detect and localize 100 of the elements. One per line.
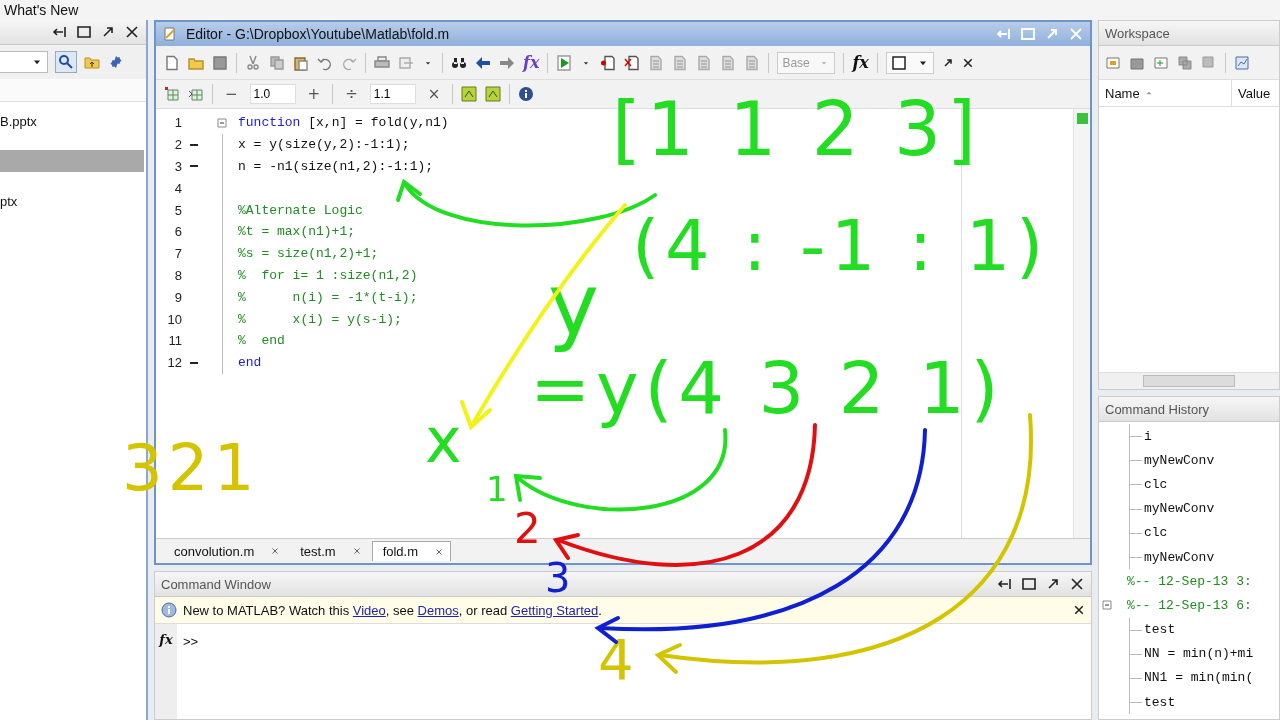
panel-title: Command Window xyxy=(161,576,271,592)
history-command[interactable]: myNewConv xyxy=(1144,452,1215,468)
tree-connector xyxy=(1129,496,1144,521)
save-icon[interactable] xyxy=(212,54,228,71)
session-header[interactable]: %-- 12-Sep-13 6: xyxy=(1127,597,1252,613)
file-tab[interactable]: convolution.m xyxy=(164,541,287,561)
handwritten-annotation: (4 : -1 : 1) xyxy=(632,204,1049,289)
line-number: 11 xyxy=(167,333,182,349)
maximize-icon[interactable] xyxy=(76,24,92,40)
document-dot-icon[interactable] xyxy=(600,54,617,71)
history-command[interactable]: clc xyxy=(1144,476,1168,492)
close-icon[interactable] xyxy=(124,24,140,40)
copy-icon[interactable] xyxy=(1177,54,1193,71)
code-line: % end xyxy=(237,333,285,349)
whats-new-label[interactable]: What's New xyxy=(4,2,79,18)
close-icon[interactable] xyxy=(1069,576,1085,592)
publish-icon[interactable] xyxy=(398,54,414,71)
scissors-icon[interactable] xyxy=(245,54,261,71)
document-icon[interactable] xyxy=(1201,54,1217,71)
column-header[interactable]: Name xyxy=(1099,80,1232,106)
import-icon[interactable] xyxy=(1153,54,1169,71)
tree-connector xyxy=(1129,448,1144,473)
info-icon[interactable] xyxy=(518,86,535,102)
close-icon[interactable] xyxy=(1073,604,1085,616)
history-command[interactable]: test xyxy=(1144,694,1176,710)
copy-icon[interactable] xyxy=(269,54,285,71)
gear-icon[interactable] xyxy=(108,54,124,70)
step-input-field[interactable]: 1.0 xyxy=(249,84,296,104)
document-icon[interactable] xyxy=(720,54,737,71)
layout-dropdown[interactable] xyxy=(885,51,934,74)
tree-connector xyxy=(1129,424,1144,449)
history-command[interactable]: myNewConv xyxy=(1144,549,1215,565)
square-icon xyxy=(890,54,907,71)
handwritten-annotation: 2 xyxy=(514,503,545,555)
scrollbar[interactable] xyxy=(1099,372,1279,389)
file-row[interactable]: ptx xyxy=(0,190,146,212)
history-command[interactable]: NN = min(n)+mi xyxy=(1144,646,1254,662)
editor-title: Editor - G:\Dropbox\Youtube\Matlab\fold.m xyxy=(186,26,450,42)
file-tab[interactable]: fold.m xyxy=(371,541,452,561)
dock-icon[interactable] xyxy=(52,24,68,40)
command-prompt: >> xyxy=(182,633,200,651)
code-line: n = -n1(size(n1,2):-1:1); xyxy=(237,159,434,174)
history-command[interactable]: myNewConv xyxy=(1144,501,1215,517)
increment-button[interactable]: + xyxy=(303,85,325,103)
link[interactable]: Demos xyxy=(417,602,459,618)
run-icon[interactable] xyxy=(556,54,573,71)
right-arrow-icon[interactable] xyxy=(499,54,515,71)
tree-connector xyxy=(1129,544,1144,570)
folder-up-icon[interactable] xyxy=(84,54,100,70)
column-header[interactable]: Value xyxy=(1232,80,1277,106)
document-x-icon[interactable] xyxy=(624,54,641,71)
document-icon[interactable] xyxy=(672,54,689,71)
file-row[interactable]: B.pptx xyxy=(0,110,146,132)
collapse-icon[interactable] xyxy=(217,117,227,128)
divide-button[interactable]: ÷ xyxy=(341,85,362,103)
multiply-button[interactable]: × xyxy=(423,85,445,103)
document-icon[interactable] xyxy=(744,54,761,71)
evaluate-cell-icon[interactable] xyxy=(461,86,478,102)
decrement-button[interactable]: − xyxy=(221,85,242,103)
file-tab[interactable]: test.m xyxy=(290,541,368,561)
close-icon[interactable] xyxy=(961,56,974,69)
history-command[interactable]: i xyxy=(1144,428,1152,444)
handwritten-annotation: 4 xyxy=(598,626,639,694)
line-number: 5 xyxy=(173,202,182,218)
printer-icon[interactable] xyxy=(374,54,390,71)
dock-icon[interactable] xyxy=(997,576,1013,592)
function-button[interactable]: fx xyxy=(852,53,869,72)
evaluate-cell-icon[interactable] xyxy=(485,86,502,102)
paste-icon[interactable] xyxy=(293,54,309,71)
link[interactable]: Video xyxy=(352,602,386,618)
collapse-icon[interactable] xyxy=(1102,600,1112,611)
path-dropdown[interactable] xyxy=(0,51,48,73)
function-button[interactable]: fx xyxy=(523,53,540,72)
tree-connector xyxy=(1129,617,1144,642)
document-icon[interactable] xyxy=(648,54,665,71)
handwritten-annotation: [1 1 2 3] xyxy=(612,85,982,174)
tree-connector xyxy=(1129,472,1144,497)
search-icon[interactable] xyxy=(56,52,76,72)
chart-icon[interactable] xyxy=(1234,54,1250,71)
line-number: 1 xyxy=(173,115,182,131)
new-variable-icon[interactable] xyxy=(1105,54,1121,71)
history-command[interactable]: clc xyxy=(1144,525,1168,541)
handwritten-annotation: 1 xyxy=(486,468,511,511)
factor-input-field[interactable]: 1.1 xyxy=(369,84,416,104)
notice-text: New to MATLAB? Watch this Video, see Demos, or read Getting Started. xyxy=(183,602,602,618)
history-command[interactable]: test xyxy=(1144,622,1176,638)
line-number: 6 xyxy=(173,224,182,240)
cell-icon[interactable] xyxy=(164,86,180,102)
cell-icon[interactable] xyxy=(188,86,204,102)
handwritten-annotation: x xyxy=(425,403,467,479)
maximize-icon[interactable] xyxy=(1021,576,1037,592)
panel-title: Command History xyxy=(1105,401,1210,417)
code-line: x = y(size(y,2):-1:1); xyxy=(237,137,410,153)
document-icon[interactable] xyxy=(696,54,713,71)
new-file-icon[interactable] xyxy=(164,54,180,71)
code-line: end xyxy=(237,355,262,371)
session-header[interactable]: %-- 12-Sep-13 3: xyxy=(1127,573,1252,589)
line-number: 4 xyxy=(173,180,182,196)
history-command[interactable]: NN1 = min(min( xyxy=(1144,670,1254,686)
tree-connector xyxy=(1129,665,1144,691)
